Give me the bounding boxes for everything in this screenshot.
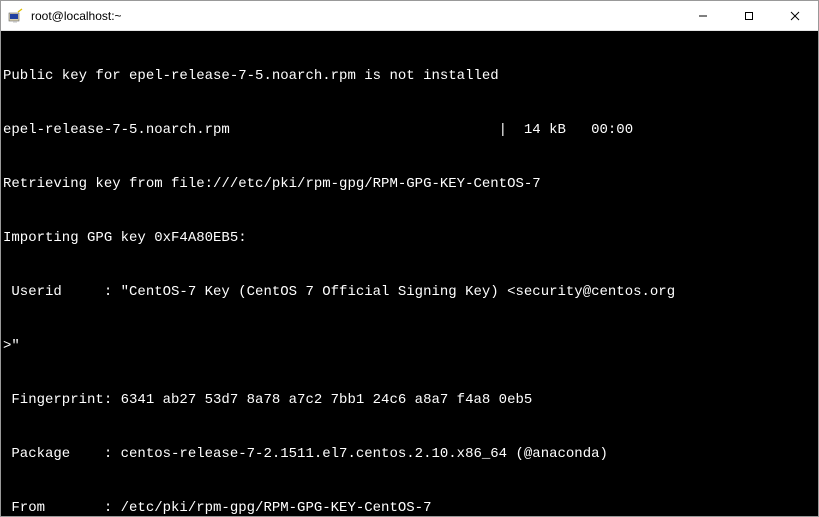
close-button[interactable] — [772, 1, 818, 30]
minimize-button[interactable] — [680, 1, 726, 30]
terminal-line: Package : centos-release-7-2.1511.el7.ce… — [3, 445, 816, 463]
terminal-line: Fingerprint: 6341 ab27 53d7 8a78 a7c2 7b… — [3, 391, 816, 409]
terminal-line: Importing GPG key 0xF4A80EB5: — [3, 229, 816, 247]
terminal-line: From : /etc/pki/rpm-gpg/RPM-GPG-KEY-Cent… — [3, 499, 816, 516]
terminal-line: Retrieving key from file:///etc/pki/rpm-… — [3, 175, 816, 193]
putty-icon — [7, 8, 23, 24]
titlebar[interactable]: root@localhost:~ — [1, 1, 818, 31]
terminal-line: epel-release-7-5.noarch.rpm | 14 kB 00:0… — [3, 121, 816, 139]
terminal[interactable]: Public key for epel-release-7-5.noarch.r… — [1, 31, 818, 516]
window-title: root@localhost:~ — [29, 9, 680, 23]
maximize-button[interactable] — [726, 1, 772, 30]
putty-window: root@localhost:~ Public key for epel-rel… — [0, 0, 819, 517]
terminal-line: Userid : "CentOS-7 Key (CentOS 7 Officia… — [3, 283, 816, 301]
window-controls — [680, 1, 818, 30]
terminal-line: >" — [3, 337, 816, 355]
terminal-line: Public key for epel-release-7-5.noarch.r… — [3, 67, 816, 85]
